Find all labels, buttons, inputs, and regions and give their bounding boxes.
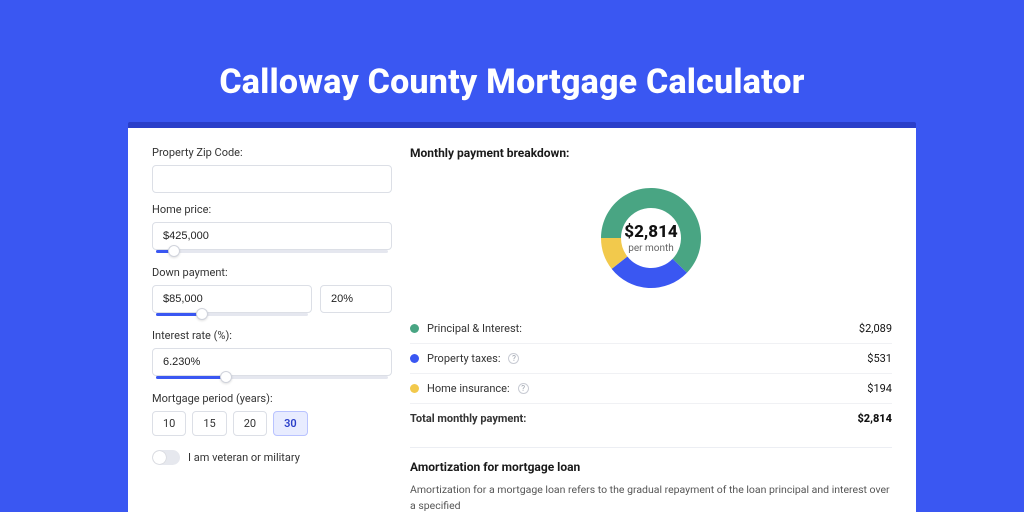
- rate-slider[interactable]: [152, 374, 392, 382]
- home-price-slot: Home price:: [152, 203, 392, 256]
- zip-slot: Property Zip Code:: [152, 146, 392, 193]
- breakdown-total-label: Total monthly payment:: [410, 412, 526, 425]
- period-slot: Mortgage period (years): 10 15 20 30: [152, 392, 392, 436]
- form-column: Property Zip Code: Home price: Down paym…: [152, 146, 392, 512]
- rate-slot: Interest rate (%):: [152, 329, 392, 382]
- breakdown-value: $194: [867, 382, 892, 395]
- breakdown-title: Monthly payment breakdown:: [410, 146, 892, 160]
- donut-center: $2,814 per month: [611, 198, 691, 278]
- toggle-knob: [153, 451, 166, 464]
- home-price-slider[interactable]: [152, 248, 392, 256]
- breakdown-total-value: $2,814: [857, 412, 892, 425]
- legend-dot-taxes: [410, 354, 419, 363]
- down-payment-input[interactable]: [152, 285, 312, 313]
- donut-wrap: $2,814 per month: [410, 170, 892, 314]
- period-option-20[interactable]: 20: [233, 411, 267, 436]
- legend-dot-principal: [410, 324, 419, 333]
- zip-input[interactable]: [152, 165, 392, 193]
- legend-dot-insurance: [410, 384, 419, 393]
- breakdown-column: Monthly payment breakdown:: [410, 146, 892, 512]
- donut-chart: $2,814 per month: [589, 176, 713, 300]
- down-payment-label: Down payment:: [152, 266, 392, 279]
- slider-thumb[interactable]: [168, 245, 180, 257]
- amortization-body: Amortization for a mortgage loan refers …: [410, 482, 892, 512]
- breakdown-total: Total monthly payment: $2,814: [410, 403, 892, 433]
- help-icon[interactable]: ?: [518, 383, 529, 394]
- page-background: Calloway County Mortgage Calculator Prop…: [0, 0, 1024, 512]
- panel-shadow: Property Zip Code: Home price: Down paym…: [128, 122, 916, 512]
- rate-input[interactable]: [152, 348, 392, 376]
- period-option-30[interactable]: 30: [273, 411, 308, 436]
- period-option-15[interactable]: 15: [192, 411, 226, 436]
- amortization-title: Amortization for mortgage loan: [410, 460, 892, 474]
- breakdown-value: $531: [867, 352, 892, 365]
- calculator-panel: Property Zip Code: Home price: Down paym…: [128, 128, 916, 512]
- veteran-toggle[interactable]: [152, 450, 180, 465]
- slider-thumb[interactable]: [220, 371, 232, 383]
- breakdown-value: $2,089: [859, 322, 892, 335]
- donut-center-sub: per month: [628, 243, 674, 254]
- slider-fill: [156, 376, 226, 379]
- period-pills: 10 15 20 30: [152, 411, 392, 436]
- down-payment-row: [152, 285, 392, 313]
- down-payment-pct-input[interactable]: [320, 285, 392, 313]
- breakdown-item-insurance: Home insurance: ? $194: [410, 373, 892, 403]
- zip-label: Property Zip Code:: [152, 146, 392, 159]
- veteran-label: I am veteran or military: [188, 451, 300, 464]
- amortization-section: Amortization for mortgage loan Amortizat…: [410, 447, 892, 512]
- home-price-input[interactable]: [152, 222, 392, 250]
- slider-track: [156, 250, 388, 253]
- donut-center-amount: $2,814: [624, 222, 677, 242]
- period-option-10[interactable]: 10: [152, 411, 186, 436]
- period-label: Mortgage period (years):: [152, 392, 392, 405]
- breakdown-item-principal: Principal & Interest: $2,089: [410, 314, 892, 343]
- breakdown-name: Principal & Interest:: [427, 322, 522, 335]
- down-payment-slider[interactable]: [152, 311, 392, 319]
- breakdown-list: Principal & Interest: $2,089 Property ta…: [410, 314, 892, 433]
- slider-thumb[interactable]: [196, 308, 208, 320]
- home-price-label: Home price:: [152, 203, 392, 216]
- breakdown-name: Home insurance:: [427, 382, 510, 395]
- down-payment-slot: Down payment:: [152, 266, 392, 319]
- breakdown-item-taxes: Property taxes: ? $531: [410, 343, 892, 373]
- rate-label: Interest rate (%):: [152, 329, 392, 342]
- help-icon[interactable]: ?: [508, 353, 519, 364]
- veteran-row: I am veteran or military: [152, 450, 392, 465]
- breakdown-name: Property taxes:: [427, 352, 500, 365]
- page-title: Calloway County Mortgage Calculator: [0, 0, 1024, 102]
